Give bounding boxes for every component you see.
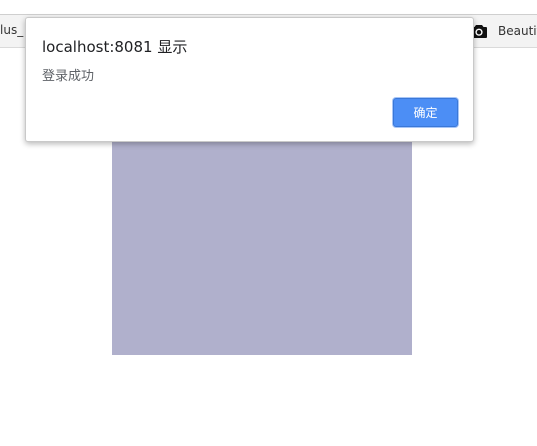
- dialog-title: localhost:8081 显示: [42, 38, 188, 56]
- ok-button[interactable]: 确定: [393, 98, 458, 127]
- browser-top-strip: [0, 0, 537, 14]
- bookmark-item-beautif[interactable]: Beautif: [470, 21, 537, 41]
- bookmark-item-partial[interactable]: lus_: [0, 23, 23, 37]
- alert-dialog: localhost:8081 显示 登录成功 确定: [25, 17, 474, 142]
- content-block: [112, 135, 412, 355]
- bookmark-label: lus_: [0, 23, 24, 37]
- bookmark-label: Beautif: [498, 24, 537, 38]
- dialog-message: 登录成功: [42, 69, 95, 84]
